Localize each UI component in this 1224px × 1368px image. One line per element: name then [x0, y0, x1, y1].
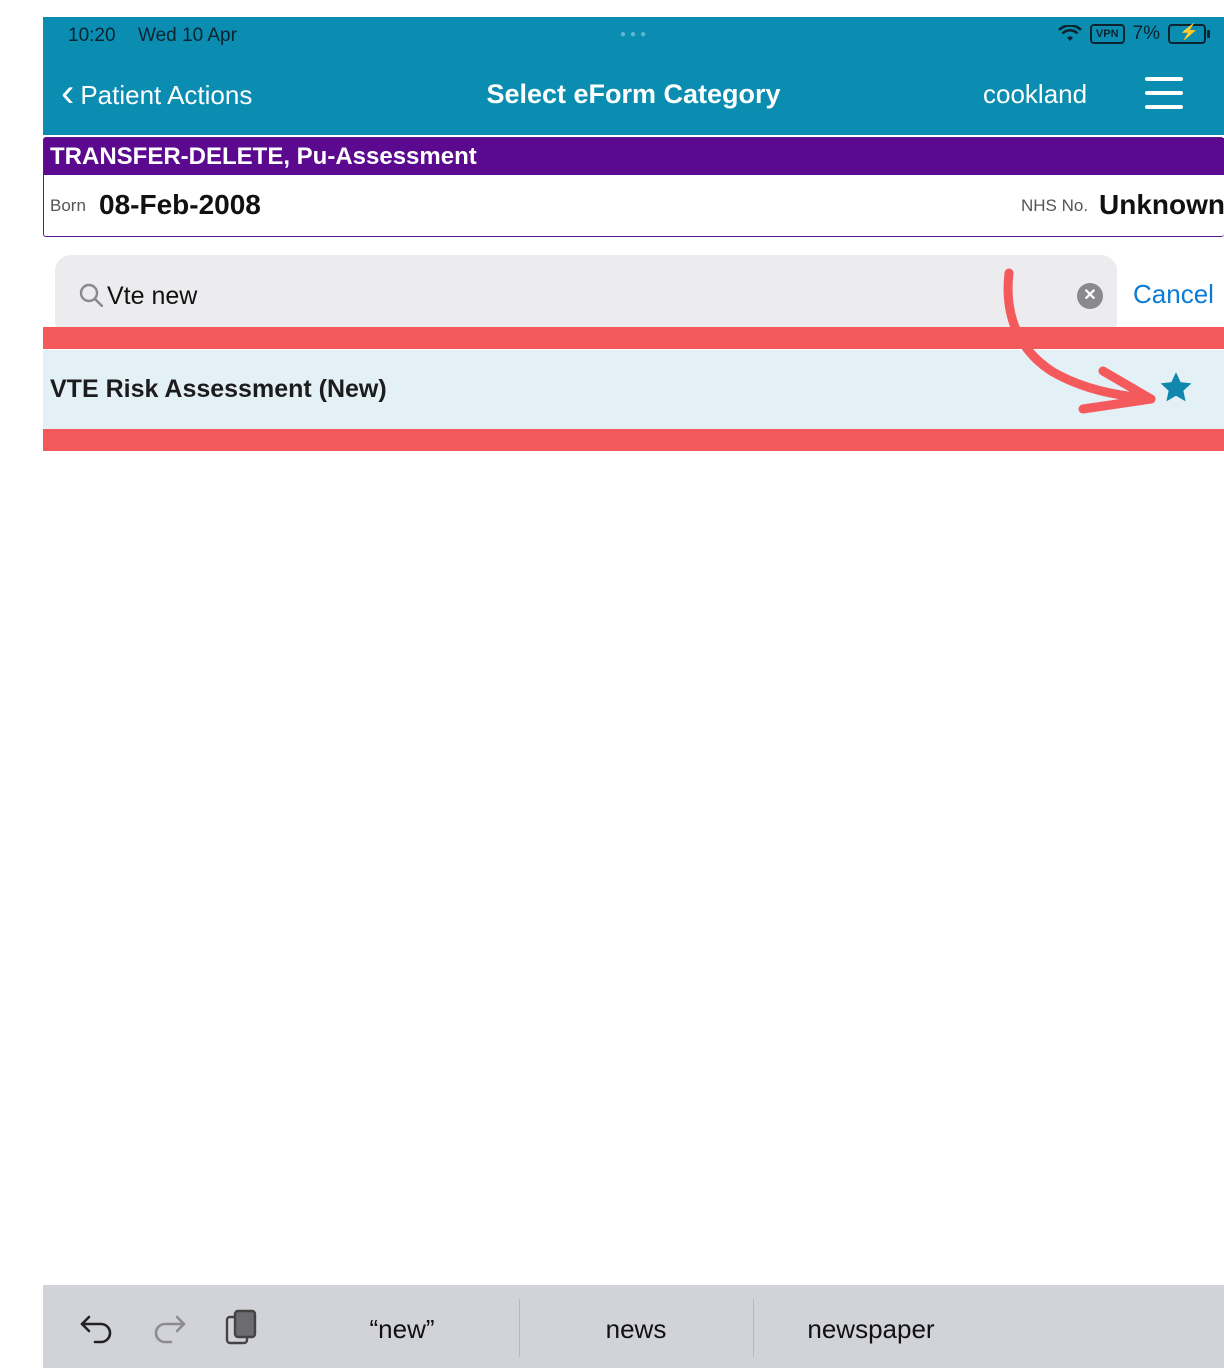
- battery-icon: ⚡: [1168, 24, 1210, 44]
- patient-banner: TRANSFER-DELETE, Pu-Assessment Born 08-F…: [43, 137, 1224, 237]
- status-indicators: VPN 7% ⚡: [1057, 23, 1210, 45]
- multitasking-dots-icon[interactable]: ●●●: [620, 29, 650, 40]
- vpn-badge: VPN: [1089, 24, 1125, 44]
- patient-name: TRANSFER-DELETE, Pu-Assessment: [44, 138, 1224, 175]
- keyboard-suggestion[interactable]: “new”: [283, 1285, 521, 1368]
- undo-icon[interactable]: [77, 1307, 117, 1347]
- clipboard-icon[interactable]: [221, 1307, 261, 1347]
- keyboard-suggestion-bar: “new” news newspaper: [43, 1285, 1224, 1368]
- navigation-bar: 10:20 Wed 10 Apr ●●● VPN 7% ⚡ ‹ Patient …: [43, 17, 1224, 135]
- search-input[interactable]: Vte new ✕: [55, 255, 1117, 337]
- wifi-icon: [1057, 25, 1082, 41]
- search-value[interactable]: Vte new: [107, 282, 197, 311]
- redo-icon[interactable]: [149, 1307, 189, 1347]
- search-icon: [79, 283, 103, 307]
- keyboard-suggestion[interactable]: news: [519, 1285, 753, 1368]
- nhs-label: NHS No.: [1021, 196, 1089, 215]
- menu-icon[interactable]: [1145, 77, 1183, 109]
- battery-percent: 7%: [1132, 23, 1160, 44]
- status-time: 10:20: [68, 25, 116, 46]
- annotation-arrow: [1003, 268, 1156, 414]
- status-date: Wed 10 Apr: [138, 25, 237, 46]
- nhs-value: Unknown: [1099, 189, 1224, 220]
- app-frame: 10:20 Wed 10 Apr ●●● VPN 7% ⚡ ‹ Patient …: [43, 17, 1224, 1368]
- born-label: Born: [50, 196, 86, 215]
- born-value: 08-Feb-2008: [99, 189, 261, 220]
- keyboard-suggestion[interactable]: newspaper: [753, 1285, 989, 1368]
- user-name[interactable]: cookland: [983, 79, 1087, 110]
